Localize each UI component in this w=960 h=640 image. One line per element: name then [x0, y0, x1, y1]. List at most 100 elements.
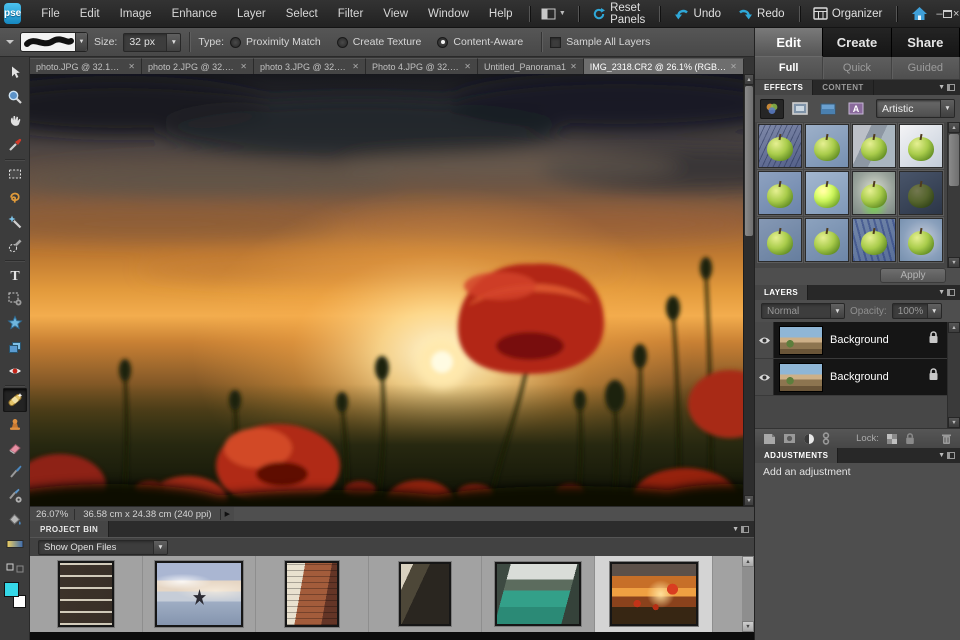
artistic-effect-preview[interactable] [852, 124, 896, 168]
link-layers-icon[interactable] [822, 432, 830, 445]
cookie-cutter-tool[interactable] [3, 311, 27, 335]
home-button[interactable] [903, 0, 936, 28]
opacity-dropdown[interactable]: 100% ▼ [891, 303, 942, 319]
menu-enhance[interactable]: Enhance [162, 0, 227, 28]
layers-scrollbar[interactable]: ▲ ▼ [947, 322, 960, 428]
scroll-down-icon[interactable]: ▼ [744, 495, 754, 506]
close-tab-icon[interactable]: ✕ [464, 62, 471, 71]
bin-item-building[interactable] [30, 556, 143, 632]
document-tab[interactable]: Untitled_Panorama1 ✕ [478, 58, 584, 74]
document-tab[interactable]: Photo 4.JPG @ 32.1% ...✕ [366, 58, 478, 74]
brush-size-dropdown[interactable]: 32 px ▼ [123, 32, 182, 52]
radio-proximity-match[interactable]: Proximity Match [230, 36, 321, 48]
zoom-level[interactable]: 26.07% [30, 508, 76, 520]
redo-button[interactable]: Redo [729, 0, 793, 28]
effects-scrollbar[interactable]: ▲ ▼ [947, 122, 960, 268]
bin-filter-dropdown[interactable]: Show Open Files ▼ [38, 539, 168, 555]
panel-menu-icon[interactable]: ▼ [938, 289, 960, 296]
layer-row[interactable]: Background [755, 322, 947, 359]
eyedropper-tool[interactable] [3, 133, 27, 157]
move-tool[interactable] [3, 61, 27, 85]
lock-all-icon[interactable] [905, 432, 915, 445]
document-size[interactable]: 36.58 cm x 24.38 cm (240 ppi) [75, 508, 221, 520]
layer-thumbnail[interactable] [779, 325, 823, 355]
tab-content[interactable]: CONTENT [813, 80, 874, 95]
menu-help[interactable]: Help [479, 0, 523, 28]
status-options-arrow-icon[interactable]: ▶ [221, 510, 234, 518]
tab-share[interactable]: Share [891, 28, 960, 57]
tab-full-edit[interactable]: Full [755, 57, 824, 79]
artistic-effect-preview[interactable] [758, 171, 802, 215]
gradient-tool[interactable] [3, 532, 27, 556]
layer-name[interactable]: Background [830, 371, 928, 383]
new-layer-icon[interactable] [763, 433, 776, 445]
foreground-color-swatch[interactable] [3, 582, 19, 597]
menu-image[interactable]: Image [110, 0, 162, 28]
shape-stack-tool[interactable] [3, 335, 27, 359]
artistic-effect-preview[interactable] [805, 171, 849, 215]
artistic-effect-preview[interactable] [899, 124, 943, 168]
lasso-tool[interactable] [3, 186, 27, 210]
scroll-up-icon[interactable]: ▲ [744, 74, 754, 85]
magic-wand-tool[interactable] [3, 210, 27, 234]
spot-healing-brush-tool[interactable] [2, 388, 27, 412]
brush-tool[interactable] [3, 460, 27, 484]
delete-layer-icon[interactable] [941, 433, 952, 445]
panel-menu-icon[interactable]: ▼ [938, 452, 960, 459]
artistic-effect-preview[interactable] [805, 124, 849, 168]
project-bin-scrollbar[interactable]: ▲ ▼ [742, 556, 754, 632]
tab-quick-edit[interactable]: Quick [823, 57, 892, 79]
eraser-tool[interactable] [3, 436, 27, 460]
scroll-up-icon[interactable]: ▲ [948, 322, 960, 333]
layer-thumbnail[interactable] [779, 362, 823, 392]
clone-stamp-tool[interactable] [3, 412, 27, 436]
artistic-effect-preview[interactable] [758, 218, 802, 262]
brush-preset-picker[interactable]: ▼ [20, 32, 88, 52]
tab-edit[interactable]: Edit [755, 28, 824, 57]
quick-selection-tool[interactable] [3, 234, 27, 258]
artistic-effect-preview[interactable] [899, 218, 943, 262]
bin-item-brick-building[interactable] [256, 556, 369, 632]
text-effects-icon[interactable]: A [844, 99, 868, 119]
document-tab[interactable]: photo 3.JPG @ 32.1% ...✕ [254, 58, 366, 74]
textures-icon[interactable] [816, 99, 840, 119]
close-tab-icon[interactable]: ✕ [570, 62, 577, 71]
scroll-up-icon[interactable]: ▲ [948, 122, 960, 133]
arrange-windows-button[interactable]: ▼ [535, 0, 572, 28]
artistic-effect-preview[interactable] [899, 171, 943, 215]
menu-select[interactable]: Select [276, 0, 328, 28]
menu-edit[interactable]: Edit [70, 0, 110, 28]
menu-window[interactable]: Window [418, 0, 479, 28]
type-tool[interactable]: T [3, 263, 27, 287]
scroll-up-icon[interactable]: ▲ [742, 556, 754, 567]
bin-item-beach-reflection[interactable] [143, 556, 256, 632]
hand-tool[interactable] [3, 109, 27, 133]
tab-adjustments[interactable]: ADJUSTMENTS [755, 448, 839, 463]
effect-category-dropdown[interactable]: Artistic ▼ [876, 99, 955, 118]
lock-transparency-icon[interactable] [886, 433, 898, 445]
layer-visibility-toggle[interactable] [755, 359, 774, 395]
menu-view[interactable]: View [373, 0, 418, 28]
color-swap-icon[interactable] [3, 556, 27, 580]
apply-button[interactable]: Apply [880, 268, 946, 283]
adjustment-layer-icon[interactable] [803, 433, 815, 445]
layer-name[interactable]: Background [830, 334, 928, 346]
sample-all-layers-checkbox[interactable]: Sample All Layers [550, 36, 650, 48]
tab-create[interactable]: Create [823, 28, 892, 57]
radio-create-texture[interactable]: Create Texture [336, 36, 421, 48]
restore-button[interactable] [943, 4, 953, 24]
scrollbar-thumb[interactable] [745, 86, 753, 236]
menu-filter[interactable]: Filter [328, 0, 374, 28]
document-tab[interactable]: photo 2.JPG @ 32.1% ...✕ [142, 58, 254, 74]
smart-brush-tool[interactable] [3, 484, 27, 508]
artistic-effect-preview[interactable] [805, 218, 849, 262]
close-tab-icon[interactable]: ✕ [730, 62, 737, 71]
scroll-down-icon[interactable]: ▼ [948, 257, 960, 268]
canvas-vertical-scrollbar[interactable]: ▲ ▼ [743, 74, 754, 506]
menu-file[interactable]: File [31, 0, 70, 28]
radio-content-aware[interactable]: Content-Aware [437, 36, 523, 48]
scroll-down-icon[interactable]: ▼ [742, 621, 754, 632]
bin-item-mountain-lake[interactable] [482, 556, 595, 632]
bin-item-poppy-field-selected[interactable] [595, 556, 713, 632]
document-tab-active[interactable]: IMG_2318.CR2 @ 26.1% (RGB/8) ✕ [583, 58, 744, 74]
